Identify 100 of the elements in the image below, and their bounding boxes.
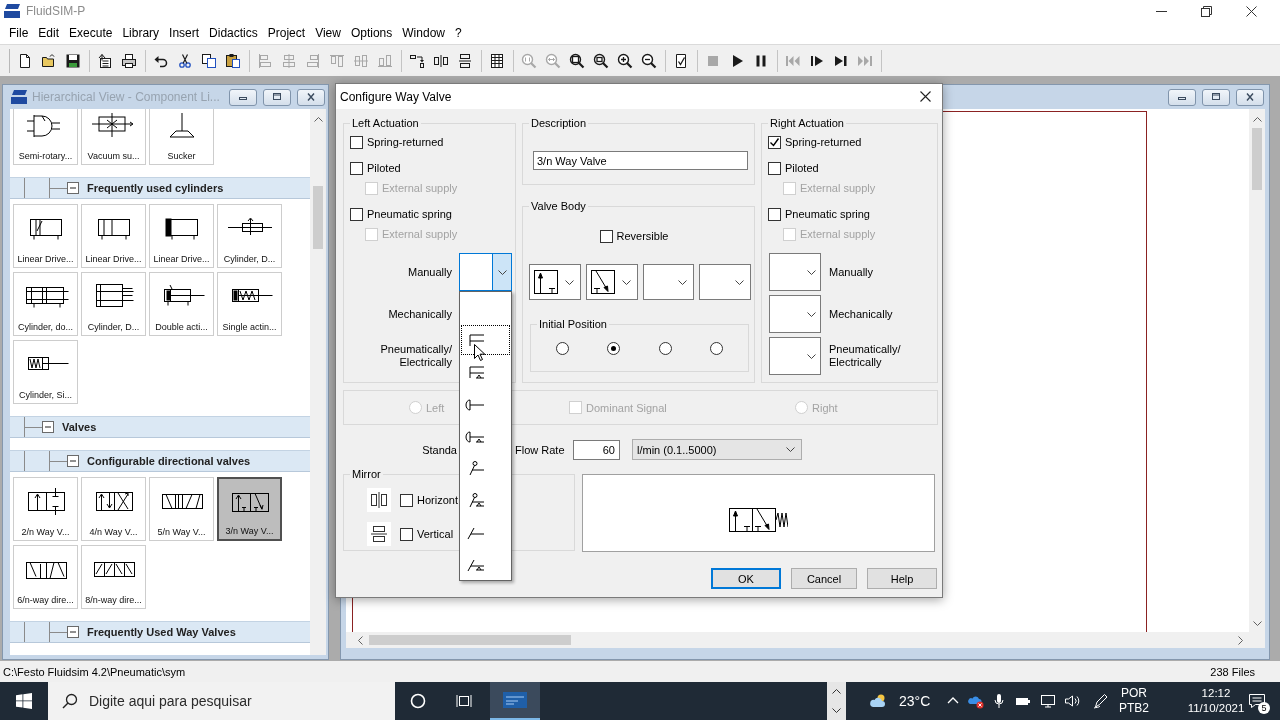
- checkbox[interactable]: Spring-returned: [350, 134, 444, 150]
- save-icon[interactable]: [65, 52, 81, 69]
- group-header[interactable]: Configurable directional valves: [10, 450, 310, 472]
- zoom-window-icon[interactable]: [569, 52, 585, 69]
- horizontal-scrollbar[interactable]: [346, 632, 1265, 648]
- chevron-up-icon[interactable]: [832, 689, 841, 694]
- dialog-button[interactable]: OK: [711, 568, 781, 589]
- dropdown[interactable]: [585, 264, 638, 300]
- ring-icon[interactable]: [409, 693, 426, 709]
- checkbox[interactable]: Reversible: [599, 228, 669, 244]
- component-tile[interactable]: Sucker: [149, 109, 214, 165]
- menu-item[interactable]: ?: [450, 24, 467, 42]
- group-header[interactable]: Frequently Used Way Valves: [10, 621, 310, 643]
- rotate-icon[interactable]: [409, 52, 425, 69]
- close-icon[interactable]: [1246, 5, 1257, 17]
- radio-button[interactable]: [607, 342, 621, 355]
- vertical-scrollbar[interactable]: [1249, 109, 1265, 632]
- mirror-vertical-icon[interactable]: [457, 52, 473, 69]
- menu-item[interactable]: Project: [262, 24, 311, 42]
- checkbox[interactable]: Horizont: [400, 492, 458, 508]
- printer-icon[interactable]: [121, 52, 137, 69]
- group-header[interactable]: Valves: [10, 416, 310, 438]
- collapse-icon[interactable]: [42, 421, 54, 433]
- chevron-down-icon[interactable]: [832, 708, 841, 713]
- component-tile[interactable]: Double acti...: [149, 272, 214, 336]
- microphone-icon[interactable]: [991, 693, 1007, 709]
- cloud-sun-icon[interactable]: [868, 693, 888, 709]
- pen-icon[interactable]: [1093, 693, 1109, 709]
- close-icon[interactable]: [920, 91, 931, 102]
- menu-item[interactable]: Didactics: [204, 24, 263, 42]
- collapse-icon[interactable]: [67, 626, 79, 638]
- checkbox[interactable]: Spring-returned: [768, 134, 862, 150]
- component-tile[interactable]: Single actin...: [217, 272, 282, 336]
- mirror-horizontal-icon[interactable]: [433, 52, 449, 69]
- search-field[interactable]: Digite aqui para pesquisar: [48, 682, 395, 720]
- checkbox[interactable]: Pneumatic spring: [350, 206, 452, 222]
- language-indicator[interactable]: POR PTB2: [1117, 686, 1151, 716]
- scissors-icon[interactable]: [177, 52, 193, 69]
- weather-temperature[interactable]: 23°C: [899, 693, 931, 709]
- component-tile[interactable]: 5/n Way V...: [149, 477, 214, 541]
- component-tile[interactable]: Linear Drive...: [13, 204, 78, 268]
- vertical-scrollbar[interactable]: [310, 109, 326, 655]
- task-view-icon[interactable]: [455, 693, 472, 709]
- radio-button[interactable]: [556, 342, 570, 355]
- zoom-in-icon[interactable]: [617, 52, 633, 69]
- open-folder-icon[interactable]: [41, 52, 57, 69]
- radio-button[interactable]: [658, 342, 672, 355]
- close-button[interactable]: [1236, 88, 1264, 106]
- checkbox[interactable]: Pneumatic spring: [768, 206, 870, 222]
- maximize-button[interactable]: [1202, 88, 1230, 106]
- component-tile[interactable]: Cylinder, D...: [217, 204, 282, 268]
- grid-icon[interactable]: [489, 52, 505, 69]
- maximize-button[interactable]: [263, 88, 291, 106]
- new-document-icon[interactable]: [17, 52, 33, 69]
- monitor-icon[interactable]: [1040, 693, 1056, 709]
- component-tile[interactable]: 3/n Way V...: [217, 477, 282, 541]
- unit-dropdown[interactable]: l/min (0.1..5000): [632, 439, 802, 460]
- scrollbar-thumb[interactable]: [1252, 128, 1262, 190]
- clock[interactable]: 12:12 11/10/2021: [1186, 686, 1246, 716]
- group-header[interactable]: Frequently used cylinders: [10, 177, 310, 199]
- flow-rate-field[interactable]: 60: [573, 439, 620, 460]
- menu-item[interactable]: Edit: [33, 24, 65, 42]
- scrollbar-thumb[interactable]: [313, 186, 323, 249]
- component-tile[interactable]: 4/n Way V...: [81, 477, 146, 541]
- clipboard-icon[interactable]: [225, 52, 241, 69]
- description-field[interactable]: 3/n Way Valve: [533, 151, 748, 170]
- menu-item[interactable]: Insert: [164, 24, 205, 42]
- zoom-page-icon[interactable]: [593, 52, 609, 69]
- component-tile[interactable]: Vacuum su...: [81, 109, 146, 165]
- component-tile[interactable]: Cylinder, do...: [13, 272, 78, 336]
- windows-start-icon[interactable]: [16, 693, 32, 709]
- scrollbar-thumb[interactable]: [369, 635, 571, 645]
- minimize-button[interactable]: [1168, 88, 1196, 106]
- dropdown[interactable]: [529, 264, 581, 300]
- speaker-icon[interactable]: [1064, 693, 1080, 709]
- document-arrow-icon[interactable]: [97, 52, 113, 69]
- radio-button[interactable]: [709, 342, 723, 355]
- dialog-button[interactable]: Help: [867, 568, 937, 589]
- collapse-icon[interactable]: [67, 455, 79, 467]
- menu-item[interactable]: Options: [345, 24, 398, 42]
- check-document-icon[interactable]: [673, 52, 689, 69]
- component-tile[interactable]: Cylinder, Si...: [13, 340, 78, 404]
- copy-icon[interactable]: [201, 52, 217, 69]
- component-tile[interactable]: 8/n-way dire...: [81, 545, 146, 609]
- minimize-button[interactable]: [229, 88, 257, 106]
- menu-item[interactable]: View: [310, 24, 346, 42]
- notification-icon[interactable]: [1248, 693, 1266, 709]
- menu-item[interactable]: Library: [117, 24, 165, 42]
- menu-item[interactable]: Window: [397, 24, 450, 42]
- taskbar-app-button[interactable]: [490, 682, 540, 720]
- component-tile[interactable]: 6/n-way dire...: [13, 545, 78, 609]
- checkbox[interactable]: Piloted: [768, 160, 819, 176]
- menu-item[interactable]: File: [4, 24, 34, 42]
- component-tile[interactable]: Semi-rotary...: [13, 109, 78, 165]
- menu-item[interactable]: Execute: [64, 24, 118, 42]
- dialog-button[interactable]: Cancel: [791, 568, 857, 589]
- component-tile[interactable]: Linear Drive...: [149, 204, 214, 268]
- component-tile[interactable]: 2/n Way V...: [13, 477, 78, 541]
- dropdown-option[interactable]: [460, 324, 511, 356]
- checkbox[interactable]: Piloted: [350, 160, 401, 176]
